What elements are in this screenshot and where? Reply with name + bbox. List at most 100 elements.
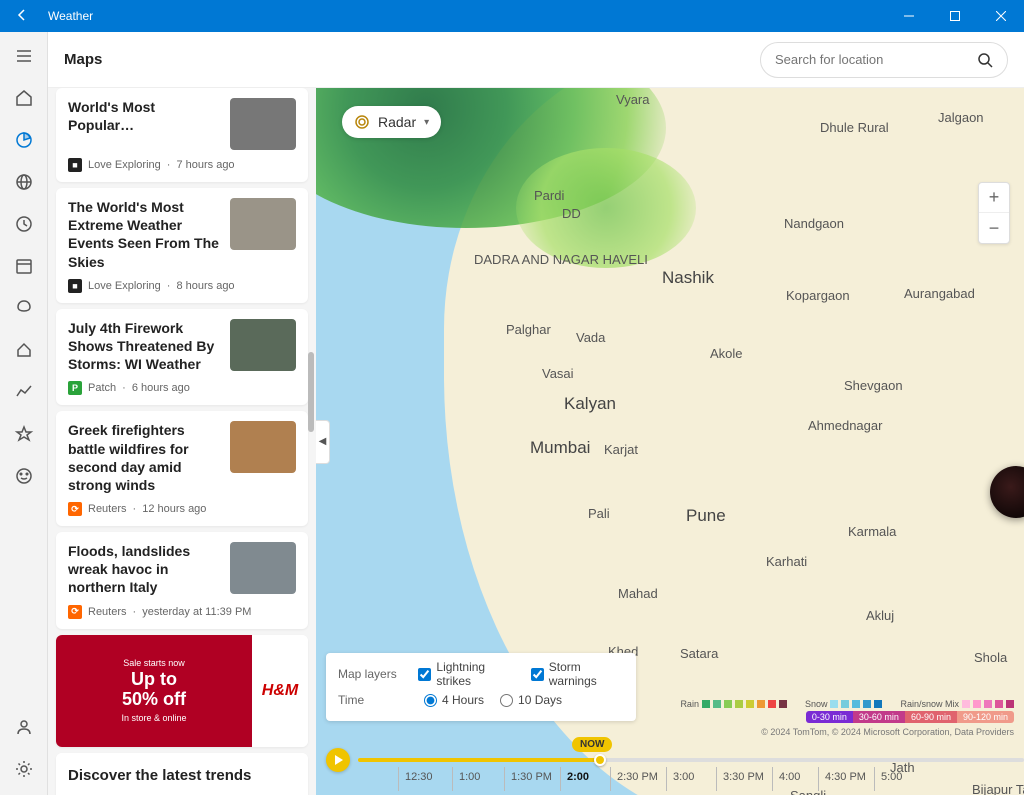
news-thumb [230,198,296,250]
timeline-tick[interactable]: 2:00 [560,767,610,791]
news-headline: July 4th Firework Shows Threatened By St… [68,319,222,374]
news-source: Love Exploring [88,159,161,171]
time-10d-radio[interactable]: 10 Days [500,693,562,707]
source-icon: ⟳ [68,605,82,619]
hamburger-icon[interactable] [4,36,44,76]
zoom-out-button[interactable]: − [979,213,1009,243]
city-label: Pardi [534,188,564,203]
title-bar: Weather [0,0,1024,32]
search-box[interactable] [760,42,1008,78]
pollen-icon[interactable] [4,288,44,328]
radar-dropdown-label: Radar [378,114,416,130]
city-label: Kalyan [564,394,616,414]
news-card[interactable]: World's Most Popular…■Love Exploring·7 h… [56,88,308,182]
city-label: Kopargaon [786,288,850,303]
play-button[interactable] [326,748,350,772]
news-source: Love Exploring [88,280,161,292]
city-label: Nashik [662,268,714,288]
timeline-tick[interactable]: 2:30 PM [610,767,666,791]
city-label: Karjat [604,442,638,457]
history-icon[interactable] [4,204,44,244]
timeline-tick[interactable]: 1:30 PM [504,767,560,791]
timeline-tick[interactable]: 1:00 [452,767,504,791]
search-icon [977,52,993,68]
radar-dropdown[interactable]: Radar ▾ [342,106,441,138]
city-label: Mumbai [530,438,590,458]
news-age: 12 hours ago [142,503,206,515]
news-age: 8 hours ago [176,280,234,292]
city-label: Vada [576,330,605,345]
news-age: 6 hours ago [132,382,190,394]
city-label: Mahad [618,586,658,601]
city-label: DD [562,206,581,221]
storm-checkbox[interactable]: Storm warnings [531,660,624,688]
source-icon: ■ [68,158,82,172]
zoom-in-button[interactable]: + [979,183,1009,213]
news-headline: Greek firefighters battle wildfires for … [68,421,222,494]
timeline-tick[interactable]: 5:00 [874,767,924,791]
timeline-track[interactable] [358,758,1024,762]
collapse-news-button[interactable]: ◀ [316,420,330,464]
news-panel: World's Most Popular…■Love Exploring·7 h… [48,88,316,795]
source-icon: ⟳ [68,502,82,516]
source-icon: P [68,381,82,395]
city-label: Shola [974,650,1007,665]
news-card[interactable]: Greek firefighters battle wildfires for … [56,411,308,526]
life-icon[interactable] [4,330,44,370]
scrollbar-thumb[interactable] [308,352,314,432]
timeline-tick[interactable]: 4:30 PM [818,767,874,791]
window-title: Weather [48,9,93,23]
favorites-icon[interactable] [4,414,44,454]
news-thumb [230,542,296,594]
city-label: Vyara [616,92,649,107]
radar-nav-icon[interactable] [4,120,44,160]
header-row: Maps [48,32,1024,88]
maximize-button[interactable] [932,0,978,32]
news-headline: World's Most Popular… [68,98,222,134]
globe-icon[interactable] [4,162,44,202]
city-label: Akluj [866,608,894,623]
time-4h-radio[interactable]: 4 Hours [424,693,484,707]
page-title: Maps [64,51,102,68]
timeline-tick[interactable]: 4:00 [772,767,818,791]
settings-icon[interactable] [4,749,44,789]
timeline: NOW 12:301:001:30 PM2:002:30 PM3:003:30 … [316,743,1024,795]
feedback-icon[interactable] [4,456,44,496]
lightning-checkbox[interactable]: Lightning strikes [418,660,514,688]
city-label: Ahmednagar [808,418,882,433]
city-label: Vasai [542,366,574,381]
timeline-knob[interactable] [594,754,606,766]
close-button[interactable] [978,0,1024,32]
source-icon: ■ [68,279,82,293]
trends-card[interactable]: Discover the latest trendsAd H&M [56,753,308,795]
timeline-tick[interactable]: 3:00 [666,767,716,791]
account-icon[interactable] [4,707,44,747]
legend: Rain Snow Rain/snow Mix 0-30 min30-60 mi… [680,699,1014,723]
map-canvas[interactable]: VyaraDhule RuralJalgaonPardiDDNandgaonDA… [316,88,1024,795]
city-label: Karhati [766,554,807,569]
news-thumb [230,98,296,150]
news-source: Patch [88,382,116,394]
news-card[interactable]: The World's Most Extreme Weather Events … [56,188,308,303]
calendar-icon[interactable] [4,246,44,286]
timeline-tick[interactable]: 3:30 PM [716,767,772,791]
city-label: Karmala [848,524,896,539]
home-icon[interactable] [4,78,44,118]
search-input[interactable] [775,52,977,67]
news-thumb [230,319,296,371]
back-button[interactable] [0,8,44,25]
minimize-button[interactable] [886,0,932,32]
city-label: Palghar [506,322,551,337]
city-label: Dhule Rural [820,120,889,135]
map-attribution: © 2024 TomTom, © 2024 Microsoft Corporat… [761,727,1014,737]
city-label: Nandgaon [784,216,844,231]
now-badge: NOW [572,737,612,752]
radar-overlay [516,148,696,268]
news-thumb [230,421,296,473]
ad-card[interactable]: Sale starts nowUp to50% offIn store & on… [56,635,308,747]
trends-icon[interactable] [4,372,44,412]
news-card[interactable]: Floods, landslides wreak havoc in northe… [56,532,308,629]
nav-rail [0,32,48,795]
news-card[interactable]: July 4th Firework Shows Threatened By St… [56,309,308,406]
timeline-tick[interactable]: 12:30 [398,767,452,791]
